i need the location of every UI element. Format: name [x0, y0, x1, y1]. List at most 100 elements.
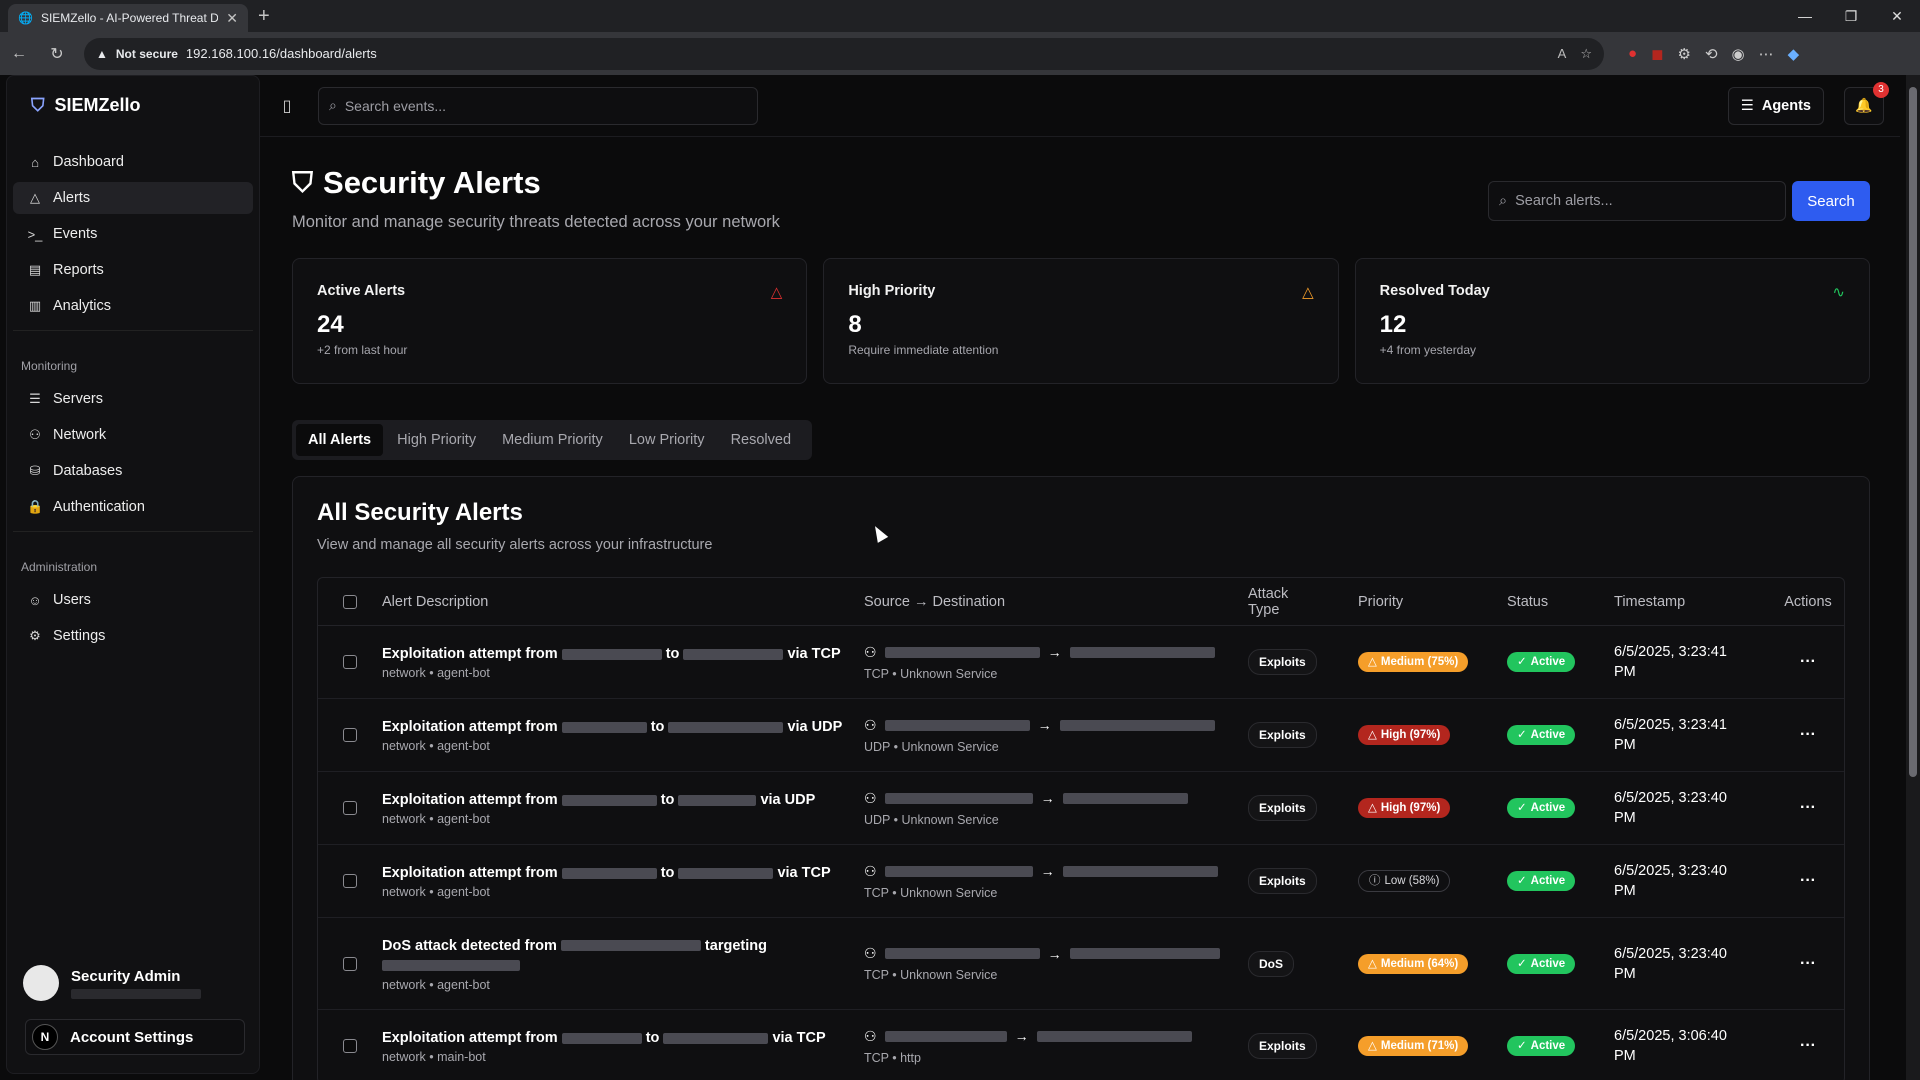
table-row[interactable]: Exploitation attempt from to via TCP net…: [318, 626, 1844, 699]
stat-value: 12: [1379, 311, 1407, 338]
new-tab-button[interactable]: +: [258, 5, 270, 28]
copilot-icon[interactable]: ◆: [1788, 45, 1800, 63]
user-profile[interactable]: Security Admin: [23, 965, 201, 1001]
column-header-timestamp[interactable]: Timestamp: [1614, 594, 1778, 610]
timestamp-ampm: PM: [1614, 883, 1636, 899]
row-checkbox[interactable]: [343, 655, 357, 669]
timestamp: 6/5/2025, 3:23:40 PM: [1614, 788, 1778, 828]
alert-meta: network • agent-bot: [382, 666, 490, 680]
extension-red-icon[interactable]: ●: [1628, 45, 1637, 62]
timestamp: 6/5/2025, 3:23:41 PM: [1614, 715, 1778, 755]
server-icon: ☰: [1740, 97, 1754, 114]
more-actions-icon[interactable]: ···: [1800, 872, 1816, 889]
extensions-icon[interactable]: ⚙: [1678, 45, 1691, 63]
sidebar-item-label: Network: [53, 427, 107, 443]
select-all-checkbox[interactable]: [343, 594, 357, 609]
table-row[interactable]: Exploitation attempt from to via UDP net…: [318, 772, 1844, 845]
sidebar-item-dashboard[interactable]: ⌂ Dashboard: [13, 146, 253, 178]
more-actions-icon[interactable]: ···: [1800, 799, 1816, 816]
stat-label: Active Alerts: [317, 283, 406, 299]
column-header-description[interactable]: Alert Description: [382, 594, 864, 610]
account-settings-button[interactable]: N Account Settings: [25, 1019, 245, 1055]
column-header-source[interactable]: Source → Destination: [864, 594, 1248, 610]
agents-button[interactable]: ☰ Agents: [1727, 86, 1824, 125]
stat-note: +2 from last hour: [317, 343, 408, 357]
lock-icon: 🔒: [27, 499, 44, 514]
search-icon: ⌕: [329, 97, 337, 113]
more-actions-icon[interactable]: ···: [1800, 726, 1816, 743]
table-row[interactable]: Exploitation attempt from to via UDP net…: [318, 699, 1844, 772]
tab-high-priority[interactable]: High Priority: [385, 424, 488, 456]
back-icon[interactable]: ←: [8, 45, 30, 63]
browser-tab[interactable]: 🌐 SIEMZello - AI-Powered Threat D ✕: [8, 4, 248, 32]
restore-button[interactable]: ❐: [1828, 0, 1874, 32]
sidebar-item-events[interactable]: >_ Events: [13, 218, 253, 250]
sidebar-item-alerts[interactable]: △ Alerts: [13, 182, 253, 214]
topbar: ▯ ⌕ Search events... ☰ Agents 🔔 3: [260, 75, 1900, 137]
close-window-button[interactable]: ✕: [1874, 0, 1920, 32]
table-row[interactable]: Exploitation attempt from to via TCP net…: [318, 1010, 1844, 1080]
nav-monitoring: ☰ Servers ⚇ Network ⛁ Databases 🔒 Authentica…: [7, 383, 259, 523]
more-actions-icon[interactable]: ···: [1800, 955, 1816, 972]
redacted-destination: [1036, 1030, 1192, 1042]
database-icon: ⛁: [29, 463, 41, 478]
timestamp-date: 6/5/2025, 3:23:40: [1614, 945, 1727, 962]
notifications-button[interactable]: 🔔 3: [1844, 81, 1889, 125]
browser-tab-title: SIEMZello - AI-Powered Threat D: [40, 11, 219, 25]
more-actions-icon[interactable]: ···: [1800, 1037, 1816, 1054]
sidebar-item-users[interactable]: ☺ Users: [13, 584, 253, 616]
tab-medium-priority[interactable]: Medium Priority: [490, 424, 615, 456]
row-checkbox[interactable]: [343, 728, 357, 742]
redacted-destination: [1059, 719, 1215, 731]
timestamp: 6/5/2025, 3:23:40 PM: [1614, 861, 1778, 901]
search-events-input[interactable]: ⌕ Search events...: [318, 86, 758, 125]
brand[interactable]: ⛉ SIEMZello: [7, 76, 259, 134]
row-checkbox[interactable]: [343, 956, 357, 971]
search-alerts-placeholder: Search alerts...: [1515, 193, 1613, 209]
desc-part: via TCP: [772, 1030, 826, 1046]
scrollbar-thumb[interactable]: [1909, 87, 1917, 777]
row-checkbox[interactable]: [343, 874, 357, 888]
table-row[interactable]: Exploitation attempt from to via TCP net…: [318, 845, 1844, 918]
sidebar-item-authentication[interactable]: 🔒 Authentication: [13, 491, 253, 523]
reload-icon[interactable]: ↻: [46, 44, 68, 64]
page-scrollbar[interactable]: [1906, 75, 1920, 1080]
more-actions-icon[interactable]: ···: [1800, 653, 1816, 670]
history-icon[interactable]: ⟲: [1705, 45, 1718, 63]
read-aloud-icon[interactable]: A: [1558, 46, 1567, 62]
desc-part: Exploitation attempt from: [382, 792, 558, 808]
row-checkbox[interactable]: [343, 801, 357, 815]
ublock-icon[interactable]: ◼: [1651, 45, 1663, 63]
row-checkbox[interactable]: [343, 1039, 357, 1053]
star-icon[interactable]: ☆: [1580, 46, 1592, 62]
column-header-attack-type[interactable]: Attack Type: [1248, 586, 1358, 618]
search-button[interactable]: Search: [1792, 181, 1870, 221]
sidebar-toggle-icon[interactable]: ▯: [276, 96, 298, 116]
column-header-priority[interactable]: Priority: [1358, 594, 1507, 610]
search-alerts-input[interactable]: ⌕ Search alerts...: [1488, 181, 1786, 221]
table-header: Alert Description Source → Destination A…: [318, 578, 1844, 626]
column-header-status[interactable]: Status: [1507, 594, 1614, 610]
tab-low-priority[interactable]: Low Priority: [617, 424, 717, 456]
not-secure-label[interactable]: Not secure: [116, 47, 178, 61]
sidebar-item-databases[interactable]: ⛁ Databases: [13, 455, 253, 487]
profile-icon[interactable]: ◉: [1732, 45, 1745, 63]
sidebar-item-network[interactable]: ⚇ Network: [13, 419, 253, 451]
url-text[interactable]: 192.168.100.16/dashboard/alerts: [186, 46, 377, 61]
stat-label: High Priority: [848, 283, 936, 299]
table-row[interactable]: DoS attack detected from targeting netwo…: [318, 918, 1844, 1010]
status-badge: ✓ Active: [1507, 953, 1576, 974]
redacted-ip: [561, 1032, 642, 1044]
source-destination: ⚇ →: [864, 717, 1232, 734]
minimize-button[interactable]: —: [1782, 0, 1828, 32]
sidebar-item-reports[interactable]: ▤ Reports: [13, 254, 253, 286]
sidebar-item-servers[interactable]: ☰ Servers: [13, 383, 253, 415]
warning-icon: ▲: [96, 46, 108, 61]
sidebar-item-settings[interactable]: ⚙ Settings: [13, 620, 253, 652]
tab-resolved[interactable]: Resolved: [719, 424, 803, 456]
tab-all-alerts[interactable]: All Alerts: [296, 424, 384, 456]
close-tab-icon[interactable]: ✕: [226, 10, 238, 27]
more-icon[interactable]: ⋯: [1759, 45, 1774, 63]
sidebar-item-analytics[interactable]: ▥ Analytics: [13, 290, 253, 322]
address-bar[interactable]: ▲ Not secure 192.168.100.16/dashboard/al…: [84, 37, 1604, 70]
